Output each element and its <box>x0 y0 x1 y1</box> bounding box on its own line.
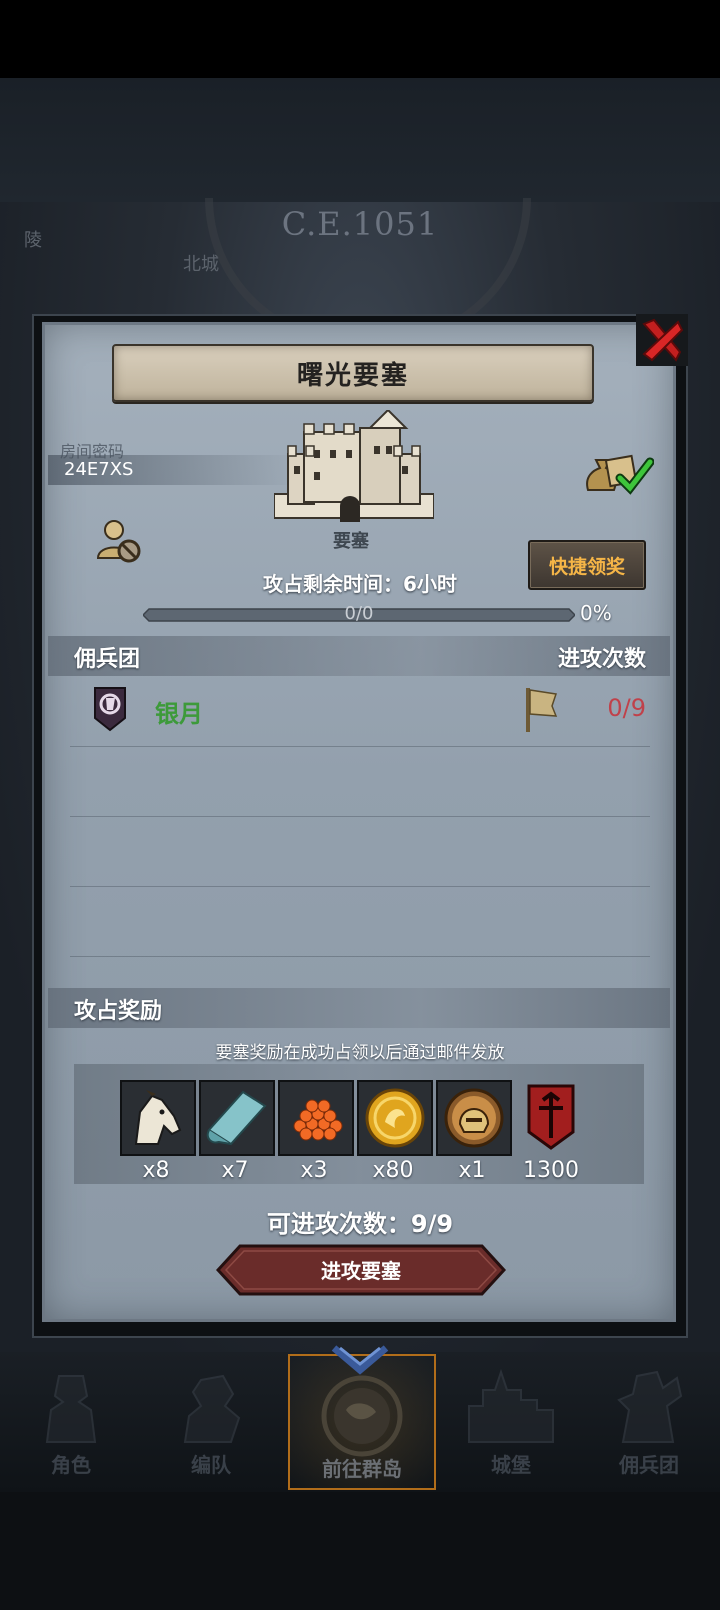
reward-slot[interactable] <box>278 1080 354 1156</box>
guild-emblem-icon <box>94 687 126 732</box>
guild-banner-icon <box>527 1084 575 1150</box>
row-divider <box>70 886 650 887</box>
attack-flag-icon <box>526 688 558 732</box>
guild-name: 银月 <box>155 700 203 728</box>
reward-qty: x3 <box>300 1158 328 1183</box>
reward-qty: x1 <box>458 1158 486 1183</box>
nav-item-character[interactable]: 角色 <box>6 1360 136 1484</box>
reward-slot[interactable] <box>515 1080 587 1152</box>
reward-slot[interactable] <box>199 1080 275 1156</box>
mercenary-column-header: 佣兵团 <box>74 647 141 672</box>
row-divider <box>70 816 650 817</box>
castle-icon <box>468 1368 554 1443</box>
nav-label: 角色 <box>51 1453 91 1477</box>
helmet-medal-icon <box>438 1082 510 1154</box>
nav-item-mercenary[interactable]: 佣兵团 <box>584 1360 714 1484</box>
dialog-title: 曙光要塞 <box>296 360 409 391</box>
island-icon <box>321 1375 403 1457</box>
fortress-icon <box>274 410 434 522</box>
guild-attack-count: 0/9 <box>607 694 646 722</box>
nav-label: 城堡 <box>491 1453 531 1477</box>
nav-item-islands[interactable]: 前往群岛 <box>288 1345 436 1490</box>
reward-qty: 1300 <box>523 1158 579 1183</box>
reward-slot[interactable] <box>120 1080 196 1156</box>
horse-icon <box>122 1082 194 1154</box>
formation-icon <box>183 1374 241 1443</box>
nav-label: 前往群岛 <box>322 1457 402 1481</box>
attack-count-column-header: 进攻次数 <box>557 647 646 672</box>
nav-label: 编队 <box>191 1453 231 1477</box>
reward-note: 要塞奖励在成功占领以后通过邮件发放 <box>215 1043 505 1063</box>
reward-slot[interactable] <box>357 1080 433 1156</box>
reward-qty: x8 <box>142 1158 170 1183</box>
close-button[interactable] <box>636 314 688 366</box>
user-blocked-icon <box>96 520 141 563</box>
roe-icon <box>280 1082 352 1154</box>
nav-label: 佣兵团 <box>619 1453 679 1477</box>
loot-bag-check-icon <box>586 454 654 495</box>
cloth-icon <box>201 1082 273 1154</box>
map-label-north-city: 北城 <box>183 254 219 275</box>
nav-item-castle[interactable]: 城堡 <box>446 1360 576 1484</box>
reward-qty: x7 <box>221 1158 249 1183</box>
reward-header: 攻占奖励 <box>74 999 163 1024</box>
row-divider <box>70 746 650 747</box>
fortress-label: 要塞 <box>333 531 369 552</box>
top-band <box>0 78 720 202</box>
room-code: 24E7XS <box>64 459 134 480</box>
row-divider <box>70 956 650 957</box>
character-icon <box>45 1375 97 1443</box>
gold-coin-icon <box>359 1082 431 1154</box>
era-title: C.E.1051 <box>281 205 439 243</box>
status-bar-area <box>0 0 720 78</box>
progress-percent: 0% <box>580 601 612 625</box>
attacks-available: 可进攻次数：9/9 <box>266 1210 454 1238</box>
progress-text: 0/0 <box>344 603 374 624</box>
system-nav-area <box>0 1492 720 1610</box>
nav-item-formation[interactable]: 编队 <box>146 1360 276 1484</box>
title-banner: 曙光要塞 <box>112 344 594 402</box>
attack-fortress-label: 进攻要塞 <box>321 1259 401 1283</box>
map-label-left: 陵 <box>24 230 42 251</box>
reward-slot[interactable] <box>436 1080 512 1156</box>
time-remaining: 攻占剩余时间：6小时 <box>263 572 457 596</box>
reward-qty: x80 <box>372 1158 414 1183</box>
mercenary-icon <box>617 1370 683 1443</box>
